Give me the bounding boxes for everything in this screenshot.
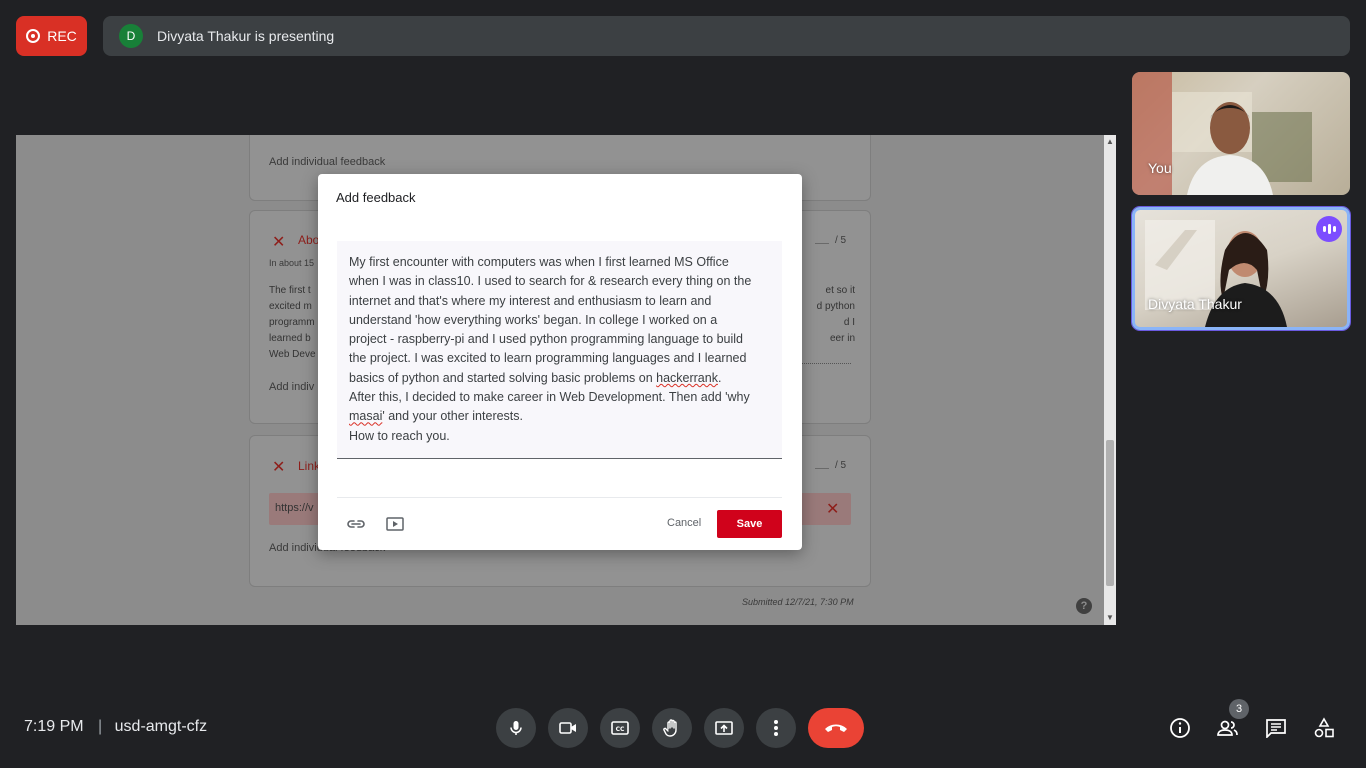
help-icon[interactable]: ? [1076,598,1092,614]
chat-button[interactable] [1263,715,1289,741]
scrollbar-thumb[interactable] [1106,440,1114,586]
question-subtitle: In about 15 [269,258,315,268]
raise-hand-button[interactable] [652,708,692,748]
max-score: / 5 [835,235,847,246]
incorrect-icon: ✕ [826,501,840,518]
add-feedback-link[interactable]: Add individual feedback [269,156,385,168]
video-icon[interactable] [385,516,405,532]
participant-name: Divyata Thakur [1148,296,1242,312]
more-vert-icon [774,720,778,736]
meeting-code: usd-amgt-cfz [114,718,208,735]
dialog-divider [337,497,782,498]
dialog-title: Add feedback [336,190,416,205]
more-options-button[interactable] [756,708,796,748]
hang-up-icon [825,724,847,732]
participant-tile-you[interactable]: You [1132,72,1350,195]
max-score: / 5 [835,460,847,471]
score-input[interactable] [815,229,829,244]
separator: | [98,718,103,735]
camera-button[interactable] [548,708,588,748]
divider [795,363,851,364]
meeting-info: 7:19 PM | usd-amgt-cfz [24,718,207,736]
captions-icon: CC [611,721,629,735]
chat-icon [1266,719,1286,738]
record-icon [26,29,41,43]
answer-text-right: et so it d python d I eer in [816,285,855,344]
present-screen-button[interactable] [704,708,744,748]
submitted-timestamp: Submitted 12/7/21, 7:30 PM [742,597,854,607]
people-count-badge: 3 [1229,699,1249,719]
scroll-up-icon[interactable]: ▲ [1106,138,1114,146]
participant-name: You [1148,160,1172,176]
present-icon [715,721,733,735]
rec-label: REC [47,28,77,44]
microphone-button[interactable] [496,708,536,748]
camera-feed-you [1132,72,1312,195]
raise-hand-icon [663,719,677,737]
feedback-text: My first encounter with computers was wh… [349,255,752,443]
speaking-indicator-icon [1316,216,1342,242]
score-input[interactable] [815,454,829,469]
feedback-textarea[interactable]: My first encounter with computers was wh… [337,241,782,459]
save-button[interactable]: Save [717,510,782,538]
question-title: Link [298,459,321,473]
url-text: https://v [275,502,314,514]
svg-text:CC: CC [616,726,625,733]
link-icon[interactable] [346,516,366,532]
incorrect-icon: ✕ [272,459,286,476]
info-icon [1170,718,1190,738]
microphone-icon [510,721,522,735]
clock-time: 7:19 PM [24,718,84,735]
scroll-down-icon[interactable]: ▼ [1106,614,1114,622]
question-title: Abo [298,233,320,247]
activities-icon [1314,717,1334,738]
cancel-button[interactable]: Cancel [667,517,701,529]
recording-indicator[interactable]: REC [16,16,87,56]
presenter-avatar: D [119,24,143,48]
add-feedback-dialog: Add feedback My first encounter with com… [318,174,802,550]
incorrect-icon: ✕ [272,234,286,251]
presenting-banner: D Divyata Thakur is presenting [103,16,1350,56]
people-icon [1217,720,1238,736]
leave-call-button[interactable] [808,708,864,748]
activities-button[interactable] [1311,715,1337,741]
meeting-details-button[interactable] [1167,715,1193,741]
presenting-text: Divyata Thakur is presenting [157,28,335,44]
camera-icon [559,722,576,734]
captions-button[interactable]: CC [600,708,640,748]
add-feedback-link[interactable]: Add indiv [269,381,314,393]
